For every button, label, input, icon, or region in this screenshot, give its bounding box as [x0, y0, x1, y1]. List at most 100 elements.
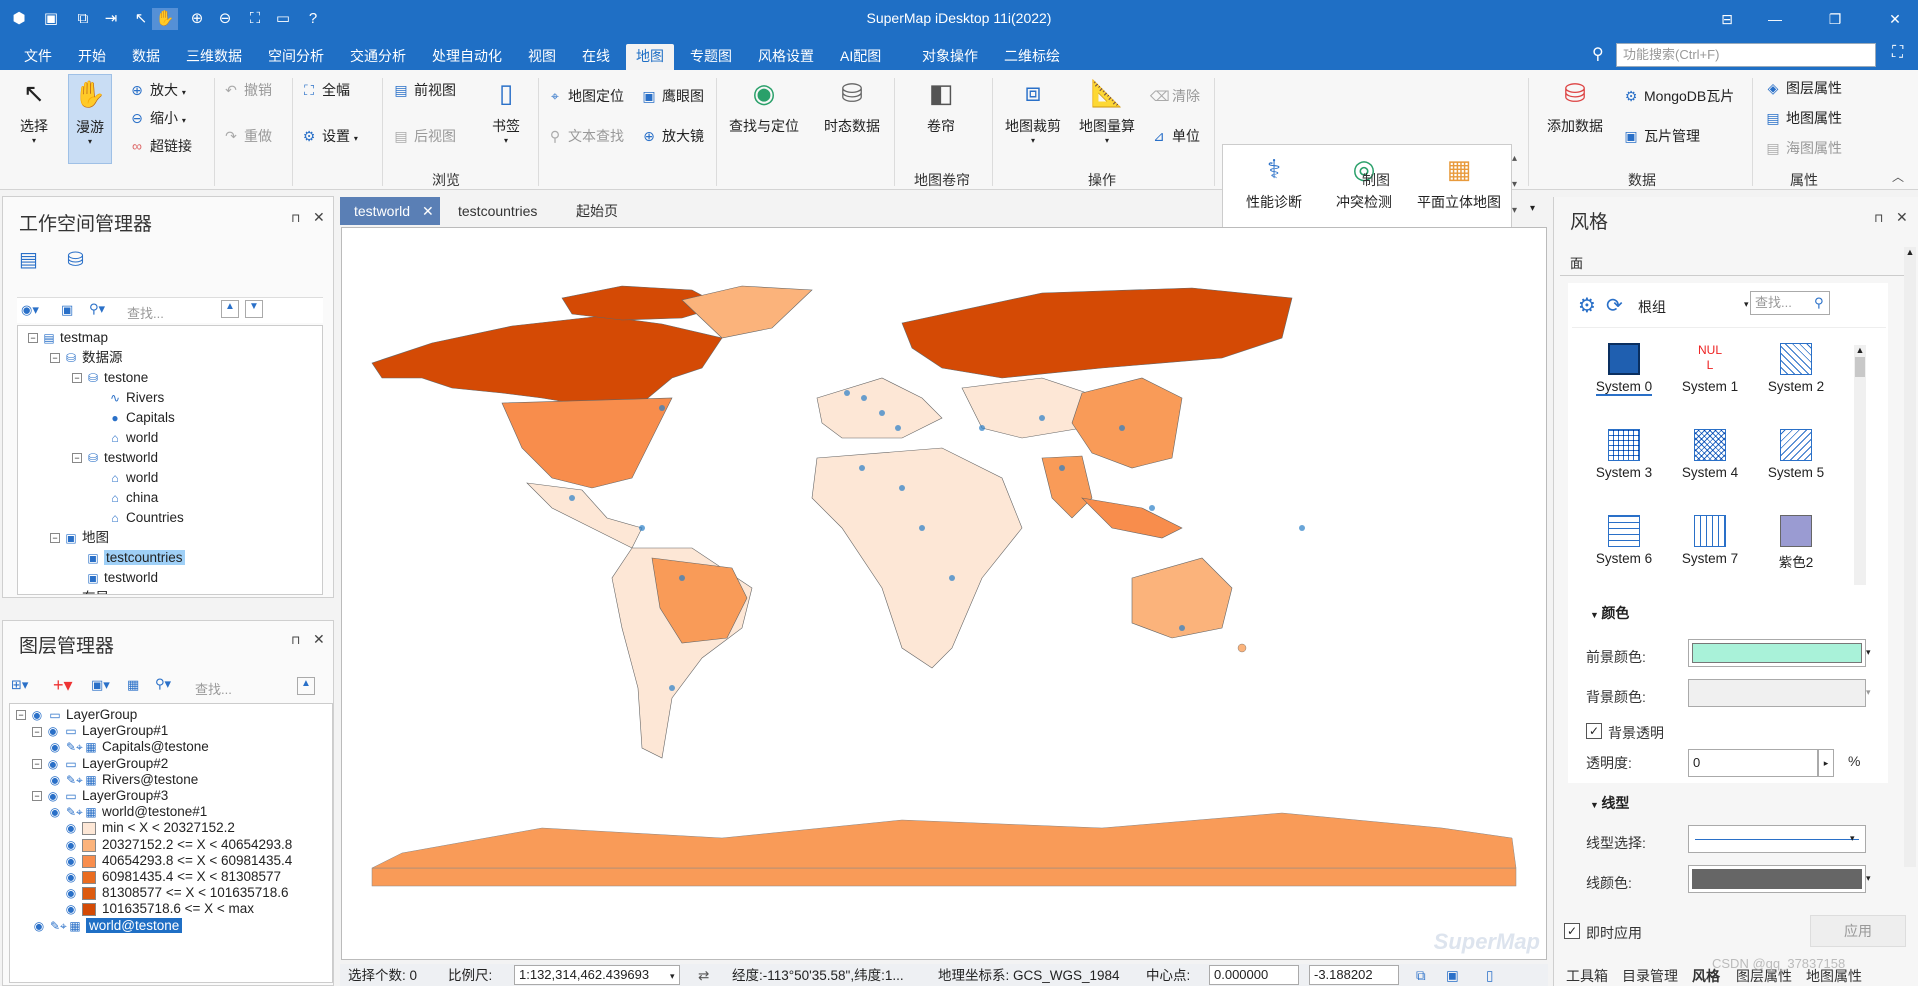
map-view[interactable]: SuperMap: [341, 227, 1547, 960]
undo-button[interactable]: ↶ 撤销: [222, 80, 272, 100]
add-layer-icon[interactable]: ⊞▾: [11, 677, 28, 693]
menu-item[interactable]: 专题图: [680, 44, 742, 70]
bg-transparent-checkbox[interactable]: ✓: [1586, 723, 1602, 739]
layer-group-icon[interactable]: ▣▾: [91, 677, 110, 693]
restore-layout-icon[interactable]: ⊟: [1712, 8, 1742, 30]
pin-icon[interactable]: ⊓: [291, 211, 300, 225]
layer-style-icon[interactable]: ▦: [127, 677, 139, 693]
collapse-icon[interactable]: −: [28, 333, 38, 344]
scale-dropdown-icon[interactable]: ▾: [670, 966, 675, 986]
map-clip-button[interactable]: ⧈ 地图裁剪 ▾: [1000, 74, 1066, 145]
view-icon[interactable]: ◉▾: [21, 302, 39, 318]
menu-item[interactable]: 风格设置: [748, 44, 824, 70]
workspace-search-input[interactable]: 查找...: [127, 303, 164, 322]
text-find-button[interactable]: ⚲ 文本查找: [546, 126, 624, 146]
collapse-icon[interactable]: −: [32, 791, 42, 802]
tile-manager-button[interactable]: ▣ 瓦片管理: [1622, 126, 1700, 146]
tree-item[interactable]: ⌂ world: [94, 428, 158, 448]
layer-search-input[interactable]: 查找...: [195, 679, 232, 698]
tab-fill[interactable]: 面: [1570, 253, 1583, 272]
line-section-header[interactable]: ▼ 线型: [1590, 793, 1629, 813]
close-icon[interactable]: ✕: [422, 203, 434, 219]
roller-button[interactable]: ◧ 卷帘: [906, 74, 976, 136]
swap-icon[interactable]: ⇄: [698, 966, 709, 986]
minimize-button[interactable]: —: [1760, 8, 1790, 30]
menu-item[interactable]: 数据: [122, 44, 170, 70]
color-section-header[interactable]: ▼ 颜色: [1590, 603, 1629, 623]
foreground-color-picker[interactable]: [1688, 639, 1866, 667]
prev-view-button[interactable]: ▤ 前视图: [392, 80, 456, 100]
map-locate-button[interactable]: ⌖ 地图定位: [546, 86, 624, 106]
magnifier-button[interactable]: ⊕ 放大镜: [640, 126, 704, 146]
up-arrow-icon[interactable]: ▲: [297, 677, 315, 695]
tab-testcountries[interactable]: testcountries: [444, 197, 551, 225]
clear-button[interactable]: ⌫ 清除: [1150, 86, 1200, 106]
menu-item[interactable]: 二维标绘: [994, 44, 1070, 70]
tree-item[interactable]: ▣ 布局: [50, 588, 109, 594]
tree-item[interactable]: − ⛁ testone: [72, 368, 148, 388]
scale-input[interactable]: 1:132,314,462.439693: [514, 965, 680, 985]
eye-icon[interactable]: ◉: [32, 916, 46, 936]
chevron-down-icon[interactable]: ▾: [1866, 647, 1871, 658]
menu-item[interactable]: 对象操作: [912, 44, 988, 70]
bookmark-button[interactable]: ▯ 书签 ▾: [484, 74, 528, 146]
style-scrollbar[interactable]: ▲: [1904, 247, 1916, 867]
next-view-button[interactable]: ▤ 后视图: [392, 126, 456, 146]
symbol-cell[interactable]: System 7: [1670, 515, 1750, 566]
transparency-input[interactable]: 0: [1688, 749, 1818, 777]
unit-button[interactable]: ⊿ 单位: [1150, 126, 1200, 146]
bookmark-icon[interactable]: ▯: [1486, 966, 1493, 986]
symbol-cell[interactable]: System 4: [1670, 429, 1750, 480]
temporal-data-button[interactable]: ⛁ 时态数据: [812, 74, 892, 136]
tab-toolbox[interactable]: 工具箱: [1566, 966, 1608, 986]
spin-right-icon[interactable]: ▸: [1818, 749, 1834, 777]
symbol-cell[interactable]: NUL L System 1: [1670, 343, 1750, 394]
tree-item[interactable]: ∿ Rivers: [94, 388, 164, 408]
menu-item[interactable]: AI配图: [830, 44, 891, 70]
hyperlink-button[interactable]: ∞ 超链接: [128, 136, 192, 156]
symbol-cell[interactable]: System 2: [1756, 343, 1836, 394]
feature-search-input[interactable]: 功能搜索(Ctrl+F): [1616, 43, 1876, 67]
select-button[interactable]: ↖ 选择 ▾: [14, 74, 54, 146]
tree-item[interactable]: − ▣ 地图: [50, 528, 109, 548]
tree-item[interactable]: − ⛁ testworld: [72, 448, 158, 468]
apply-button[interactable]: 应用: [1810, 915, 1906, 947]
collapse-icon[interactable]: −: [72, 373, 82, 384]
menu-item[interactable]: 地图: [626, 44, 674, 70]
paste-icon[interactable]: ▣: [1446, 966, 1459, 986]
chevron-down-icon[interactable]: ▾: [1850, 833, 1855, 844]
menu-item[interactable]: 在线: [572, 44, 620, 70]
roam-button[interactable]: ✋ 漫游 ▾: [68, 74, 112, 164]
mongodb-tile-button[interactable]: ⚙ MongoDB瓦片: [1622, 86, 1735, 106]
line-style-select[interactable]: [1688, 825, 1866, 853]
tabs-dropdown-icon[interactable]: ▾: [1530, 203, 1535, 214]
center-x-input[interactable]: 0.000000: [1209, 965, 1299, 985]
map-property-button[interactable]: ▤ 地图属性: [1764, 108, 1842, 128]
layer-property-button[interactable]: ◈ 图层属性: [1764, 78, 1842, 98]
up-arrow-icon[interactable]: ▲: [221, 300, 239, 318]
collapse-icon[interactable]: −: [32, 759, 42, 770]
tree-item[interactable]: ⌂ china: [94, 488, 158, 508]
search-icon[interactable]: ⚲▾: [89, 301, 105, 317]
close-icon[interactable]: ✕: [1896, 209, 1908, 226]
redo-button[interactable]: ↷ 重做: [222, 126, 272, 146]
expand-icon[interactable]: ⛶: [1892, 44, 1903, 62]
menu-item[interactable]: 处理自动化: [422, 44, 512, 70]
tree-item[interactable]: − ⛁ 数据源: [50, 348, 123, 368]
eagle-eye-button[interactable]: ▣ 鹰眼图: [640, 86, 704, 106]
menu-item[interactable]: 交通分析: [340, 44, 416, 70]
symbol-cell[interactable]: 紫色2: [1756, 515, 1836, 571]
menu-item[interactable]: 视图: [518, 44, 566, 70]
tree-item[interactable]: ⌂ Countries: [94, 508, 183, 528]
collapse-ribbon-icon[interactable]: ︿: [1892, 168, 1904, 185]
collapse-icon[interactable]: −: [72, 453, 82, 464]
find-locate-button[interactable]: ◉ 查找与定位: [724, 74, 804, 136]
tab-catalog[interactable]: 目录管理: [1622, 966, 1678, 986]
plus-icon[interactable]: +▾: [53, 675, 73, 696]
maximize-button[interactable]: ❐: [1820, 8, 1850, 30]
zoom-in-button[interactable]: ⊕ 放大 ▾: [128, 80, 186, 100]
instant-apply-checkbox[interactable]: ✓: [1564, 923, 1580, 939]
collapse-icon[interactable]: −: [50, 353, 60, 364]
symbol-cell[interactable]: System 6: [1584, 515, 1664, 566]
menu-item[interactable]: 开始: [68, 44, 116, 70]
